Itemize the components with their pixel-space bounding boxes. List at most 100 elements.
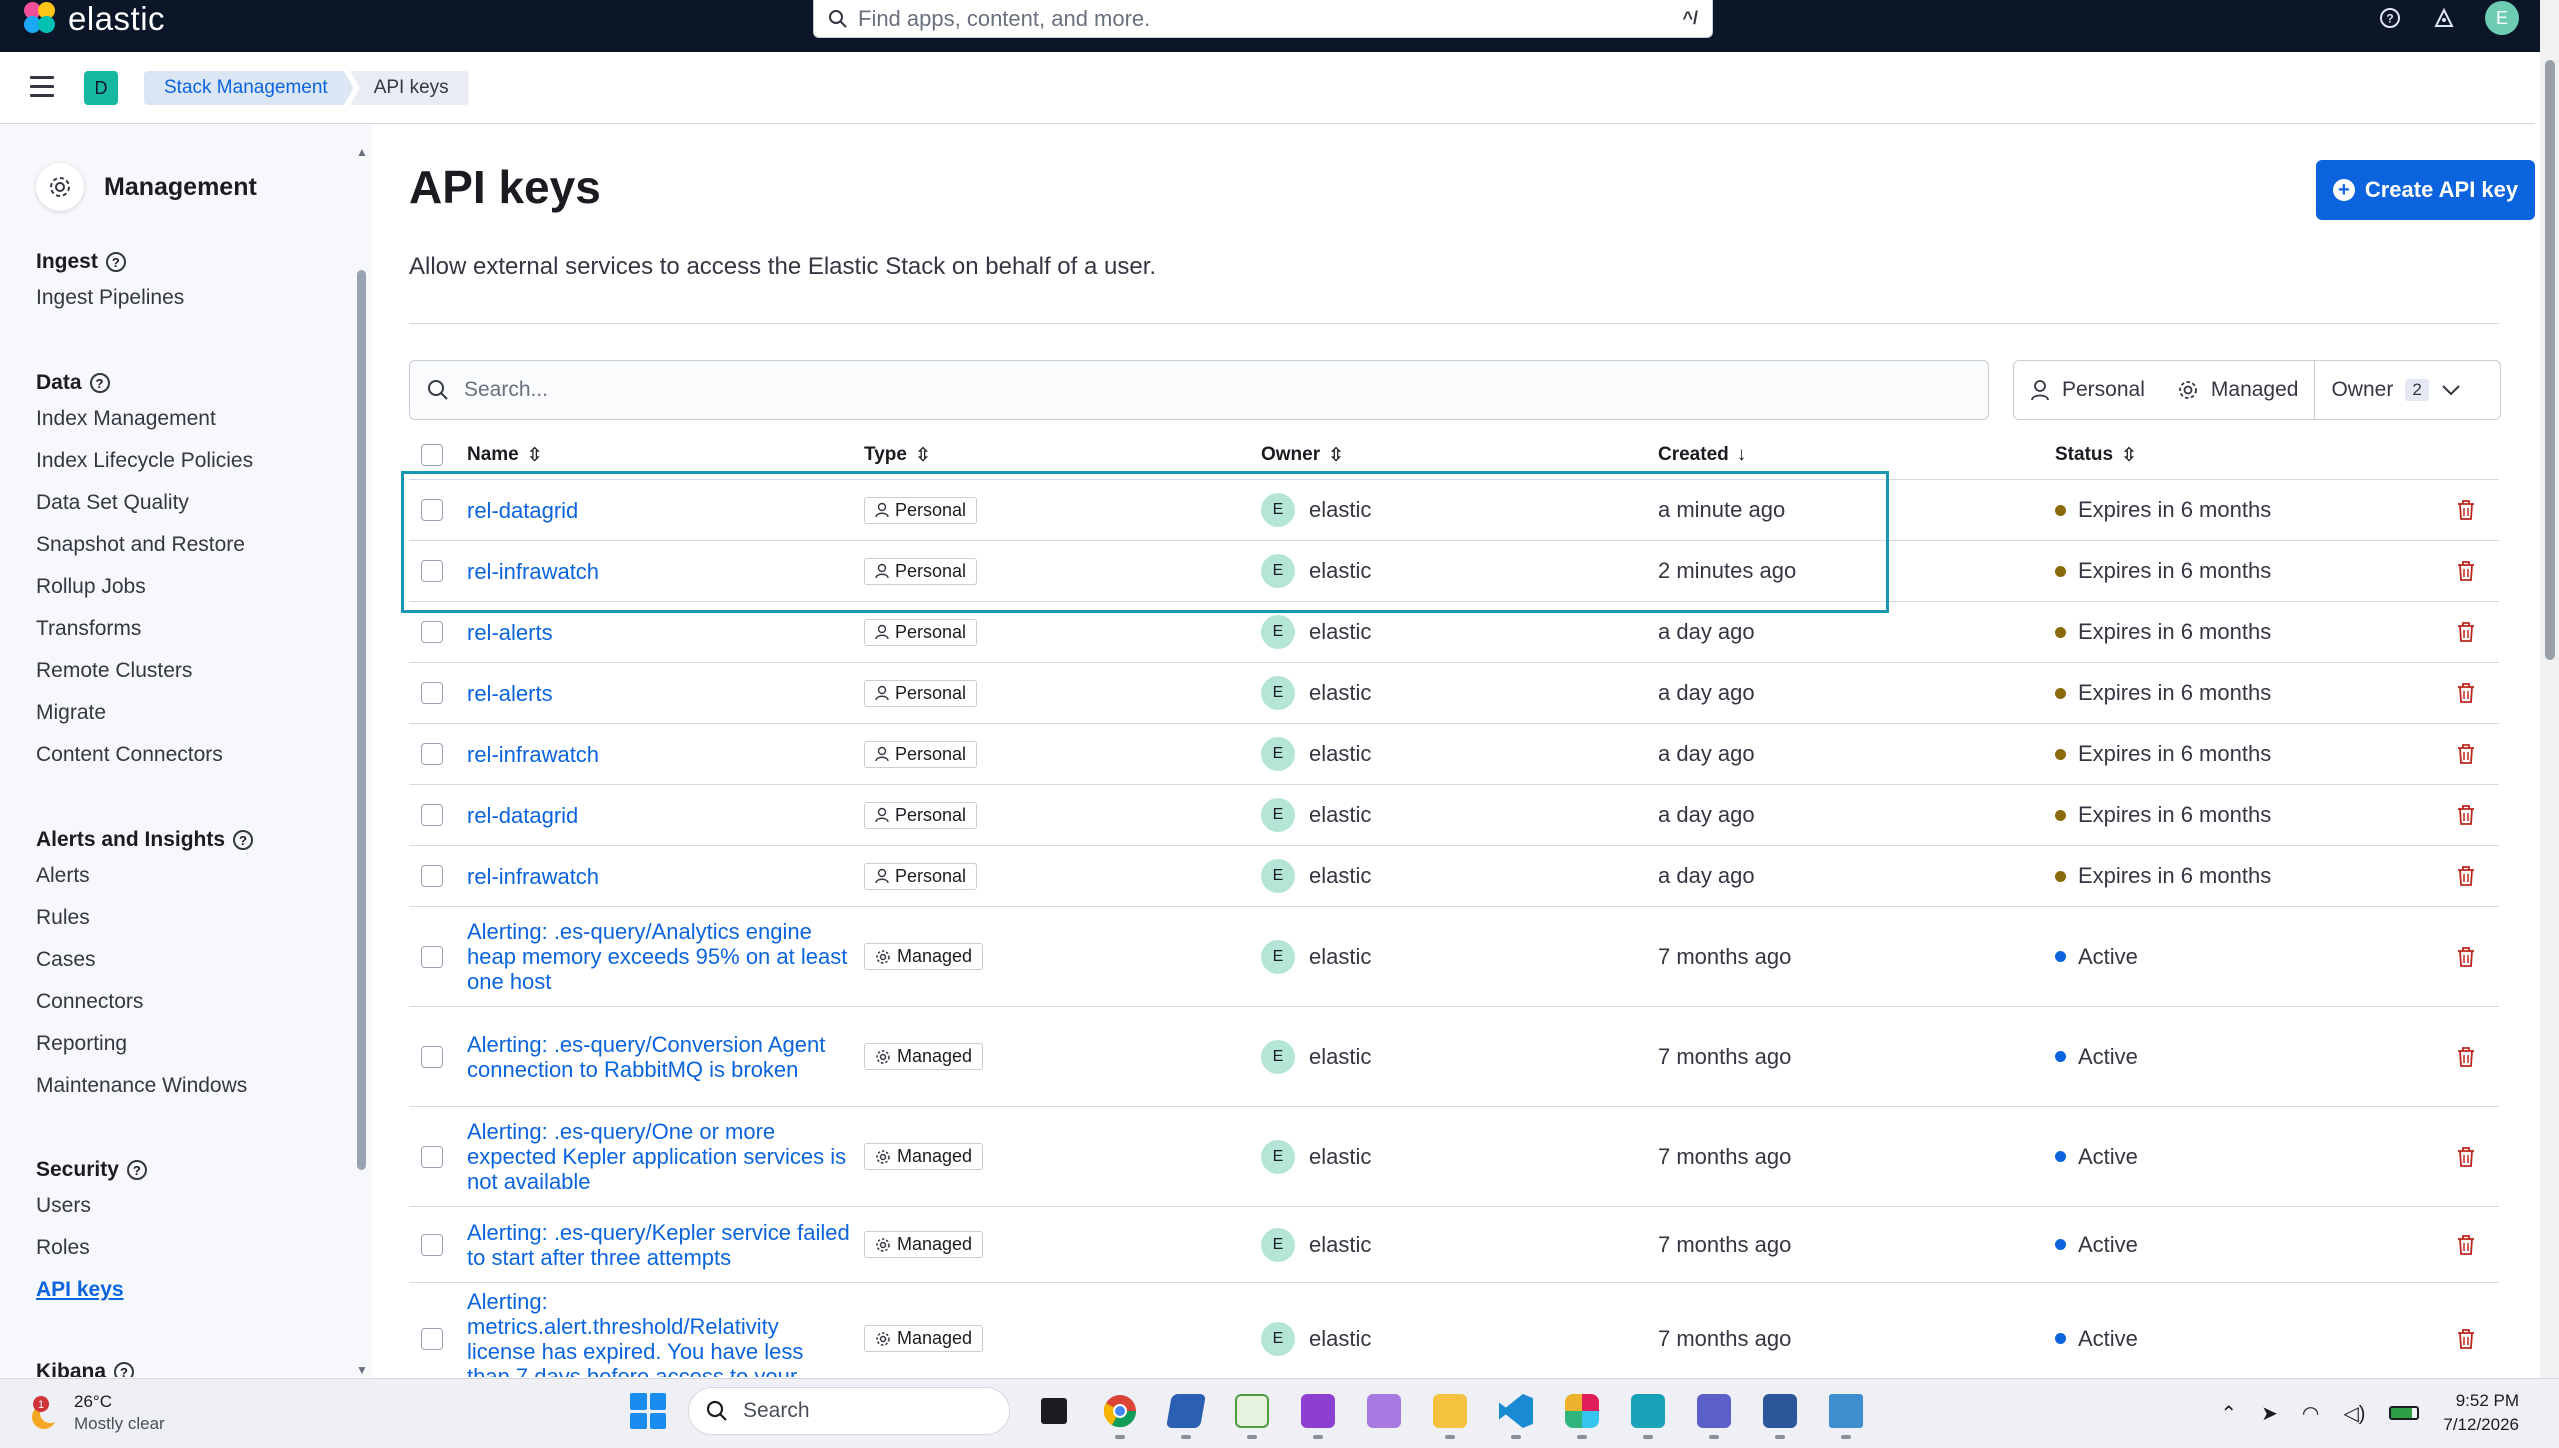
column-owner[interactable]: Owner ⇳: [1261, 430, 1344, 480]
api-key-name-link[interactable]: rel-alerts: [467, 681, 553, 706]
windows-start-icon[interactable]: [630, 1393, 666, 1429]
vscode-icon[interactable]: [1494, 1387, 1538, 1439]
api-key-name-link[interactable]: Alerting: .es-query/Kepler service faile…: [467, 1220, 852, 1270]
create-api-key-button[interactable]: + Create API key: [2316, 160, 2535, 220]
api-key-name-link[interactable]: Alerting: .es-query/Analytics engine hea…: [467, 919, 852, 994]
help-icon[interactable]: ?: [114, 1362, 135, 1377]
powershell-icon[interactable]: [1164, 1387, 1208, 1439]
sidebar-item-cases[interactable]: Cases: [36, 939, 253, 981]
api-key-name-link[interactable]: rel-datagrid: [467, 803, 578, 828]
sidebar-item-remote-clusters[interactable]: Remote Clusters: [36, 650, 253, 692]
sidebar-item-snapshot-and-restore[interactable]: Snapshot and Restore: [36, 524, 253, 566]
help-icon[interactable]: ?: [2377, 5, 2403, 31]
filter-managed-button[interactable]: Managed: [2161, 361, 2315, 419]
sidebar-item-index-management[interactable]: Index Management: [36, 398, 253, 440]
sidebar-item-reporting[interactable]: Reporting: [36, 1023, 253, 1065]
row-checkbox[interactable]: [421, 682, 443, 704]
delete-icon[interactable]: [2456, 1234, 2476, 1256]
filter-personal-button[interactable]: Personal: [2014, 361, 2161, 419]
scroll-up-icon[interactable]: ▲: [356, 145, 368, 159]
page-scrollbar[interactable]: [2540, 0, 2559, 1378]
location-icon[interactable]: ➤: [2261, 1401, 2278, 1426]
space-avatar[interactable]: D: [84, 71, 118, 105]
delete-icon[interactable]: [2456, 865, 2476, 887]
row-checkbox[interactable]: [421, 945, 443, 968]
page-scrollbar-thumb[interactable]: [2545, 60, 2555, 660]
chart-app-icon[interactable]: [1230, 1387, 1274, 1439]
delete-icon[interactable]: [2456, 621, 2476, 643]
row-checkbox[interactable]: [421, 1145, 443, 1168]
battery-icon[interactable]: [2389, 1406, 2420, 1420]
delete-icon[interactable]: [2456, 560, 2476, 582]
menu-icon[interactable]: [30, 76, 54, 98]
api-key-name-link[interactable]: rel-alerts: [467, 620, 553, 645]
row-checkbox[interactable]: [421, 743, 443, 765]
sidebar-item-maintenance-windows[interactable]: Maintenance Windows: [36, 1065, 253, 1107]
weather-widget[interactable]: 1 26°C Mostly clear: [28, 1391, 165, 1435]
chrome-icon[interactable]: [1098, 1387, 1142, 1439]
delete-icon[interactable]: [2456, 743, 2476, 765]
remote-desktop-icon[interactable]: [1824, 1387, 1868, 1439]
elastic-logo[interactable]: elastic: [24, 0, 165, 38]
word-icon[interactable]: [1758, 1387, 1802, 1439]
user-avatar[interactable]: E: [2485, 1, 2519, 35]
sidebar-item-data-set-quality[interactable]: Data Set Quality: [36, 482, 253, 524]
chevron-up-icon[interactable]: ⌃: [2220, 1401, 2237, 1426]
row-checkbox[interactable]: [421, 1233, 443, 1256]
row-checkbox[interactable]: [421, 621, 443, 643]
row-checkbox[interactable]: [421, 499, 443, 521]
row-checkbox[interactable]: [421, 865, 443, 887]
news-feed-icon[interactable]: [2431, 5, 2457, 31]
global-search-input[interactable]: Find apps, content, and more. ^/: [813, 0, 1713, 38]
wifi-icon[interactable]: ◠: [2302, 1401, 2319, 1426]
sidebar-item-api-keys[interactable]: API keys: [36, 1269, 147, 1311]
sidebar-item-index-lifecycle-policies[interactable]: Index Lifecycle Policies: [36, 440, 253, 482]
help-icon[interactable]: ?: [233, 830, 254, 850]
api-key-name-link[interactable]: rel-datagrid: [467, 498, 578, 523]
visual-studio-icon[interactable]: [1296, 1387, 1340, 1439]
row-checkbox[interactable]: [421, 804, 443, 826]
slack-icon[interactable]: [1560, 1387, 1604, 1439]
column-name[interactable]: Name ⇳: [467, 430, 543, 480]
sidebar-item-alerts[interactable]: Alerts: [36, 855, 253, 897]
sidebar-item-ingest-pipelines[interactable]: Ingest Pipelines: [36, 277, 184, 319]
file-explorer-icon[interactable]: [1428, 1387, 1472, 1439]
row-checkbox[interactable]: [421, 1045, 443, 1068]
sidebar-item-transforms[interactable]: Transforms: [36, 608, 253, 650]
sidebar-item-roles[interactable]: Roles: [36, 1227, 147, 1269]
sidebar-item-migrate[interactable]: Migrate: [36, 692, 253, 734]
task-view-icon[interactable]: [1032, 1387, 1076, 1435]
delete-icon[interactable]: [2456, 1328, 2476, 1350]
sidebar-scrollbar[interactable]: [357, 270, 366, 1170]
filter-owner-button[interactable]: Owner 2: [2314, 361, 2476, 419]
sidebar-item-rollup-jobs[interactable]: Rollup Jobs: [36, 566, 253, 608]
api-key-name-link[interactable]: Alerting: .es-query/One or more expected…: [467, 1119, 852, 1194]
column-status[interactable]: Status ⇳: [2055, 430, 2137, 480]
api-key-name-link[interactable]: rel-infrawatch: [467, 864, 599, 889]
help-icon[interactable]: ?: [89, 373, 110, 393]
clock-time[interactable]: 9:52 PM: [2443, 1389, 2519, 1413]
delete-icon[interactable]: [2456, 682, 2476, 704]
delete-icon[interactable]: [2456, 1046, 2476, 1068]
volume-icon[interactable]: ◁): [2343, 1401, 2365, 1426]
teams-icon[interactable]: [1692, 1387, 1736, 1439]
column-created[interactable]: Created ↓: [1658, 430, 1746, 480]
column-type[interactable]: Type ⇳: [864, 430, 931, 480]
taskbar-search-input[interactable]: Search: [688, 1387, 1010, 1435]
sidebar-item-rules[interactable]: Rules: [36, 897, 253, 939]
api-key-name-link[interactable]: rel-infrawatch: [467, 559, 599, 584]
sidebar-item-connectors[interactable]: Connectors: [36, 981, 253, 1023]
sidebar-item-content-connectors[interactable]: Content Connectors: [36, 734, 253, 776]
api-key-name-link[interactable]: Alerting: metrics.alert.threshold/Relati…: [467, 1289, 852, 1378]
delete-icon[interactable]: [2456, 946, 2476, 968]
delete-icon[interactable]: [2456, 804, 2476, 826]
api-key-name-link[interactable]: rel-infrawatch: [467, 742, 599, 767]
sidebar-item-users[interactable]: Users: [36, 1185, 147, 1227]
clock-date[interactable]: 7/12/2026: [2443, 1413, 2519, 1437]
delete-icon[interactable]: [2456, 499, 2476, 521]
delete-icon[interactable]: [2456, 1146, 2476, 1168]
visual-studio-2-icon[interactable]: [1362, 1387, 1406, 1435]
help-icon[interactable]: ?: [105, 252, 126, 272]
help-icon[interactable]: ?: [126, 1160, 147, 1180]
select-all-checkbox[interactable]: [421, 444, 443, 466]
